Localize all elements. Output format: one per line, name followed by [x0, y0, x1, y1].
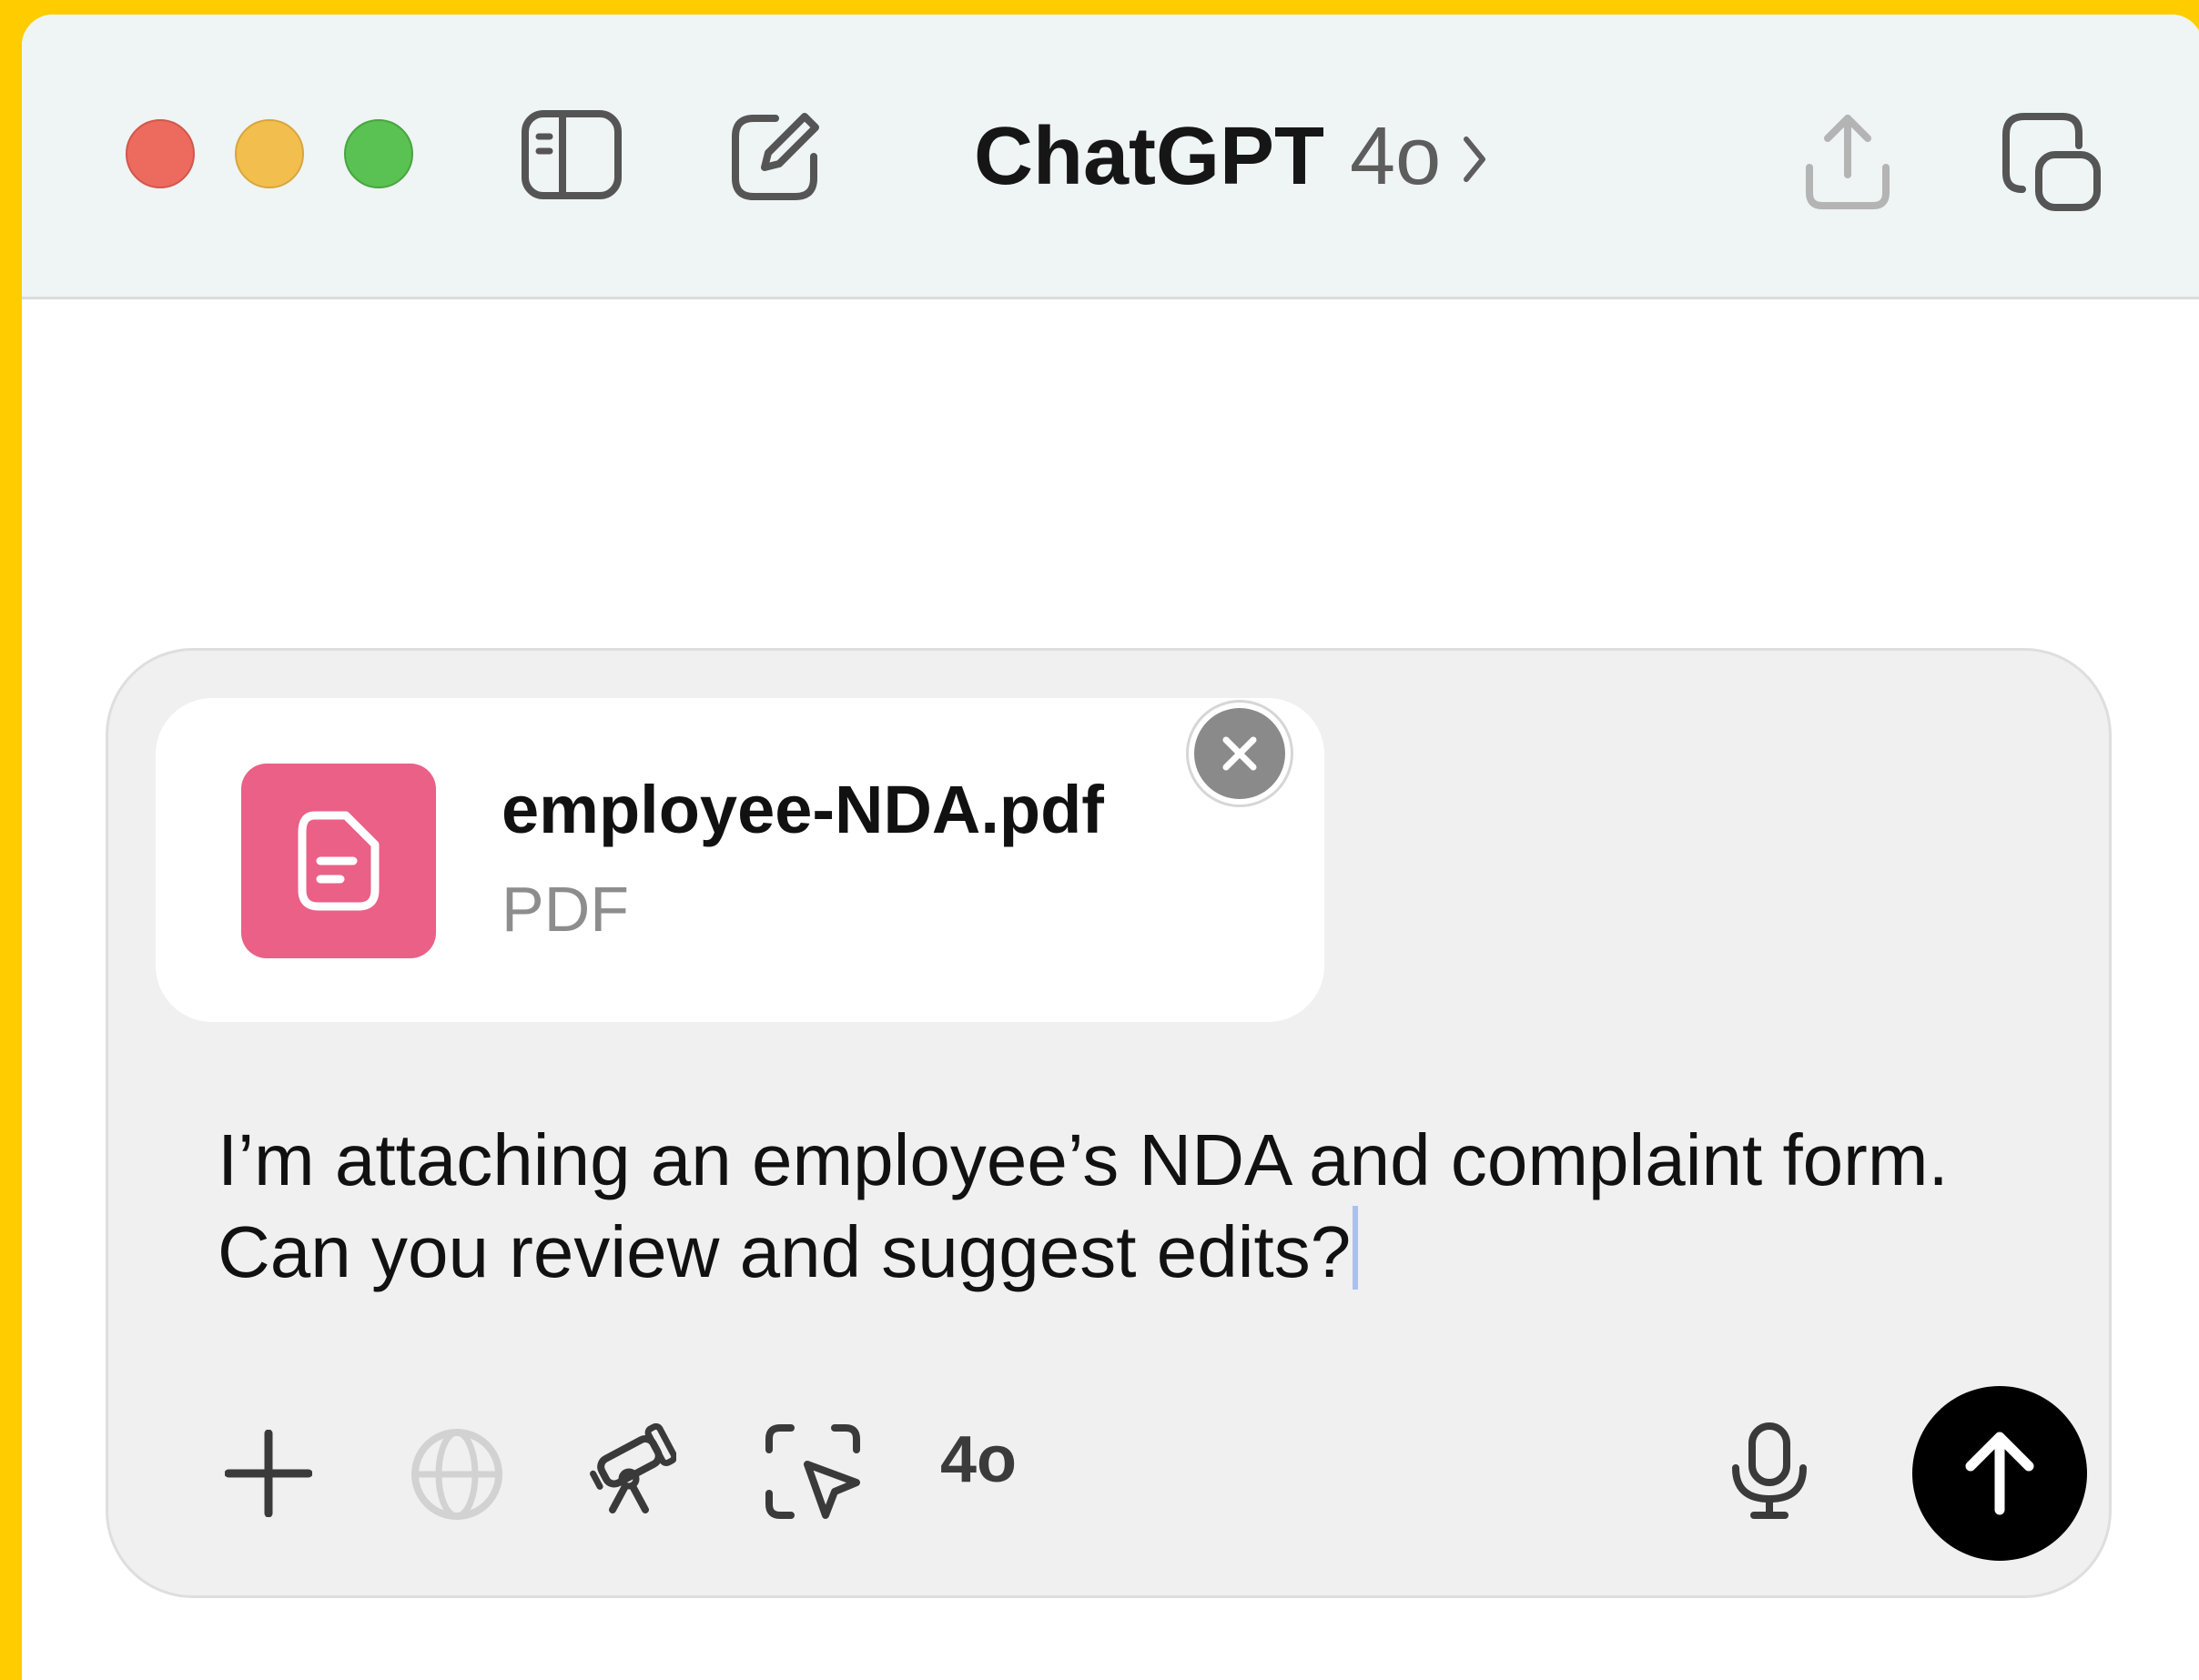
screen-select-icon[interactable] [764, 1422, 862, 1521]
plus-icon[interactable] [225, 1430, 312, 1517]
message-input[interactable]: I’m attaching an employee’s NDA and comp… [218, 1115, 2020, 1298]
share-icon[interactable] [1800, 109, 1895, 215]
microphone-icon[interactable] [1728, 1421, 1810, 1523]
chevron-right-icon [1464, 137, 1486, 182]
globe-icon[interactable] [409, 1426, 505, 1523]
app-title: ChatGPT [974, 110, 1325, 202]
attachment-file-type: PDF [502, 874, 629, 945]
attachment-file-name: employee-NDA.pdf [502, 772, 1104, 847]
pop-out-window-icon[interactable] [1999, 109, 2104, 215]
message-text: I’m attaching an employee’s NDA and comp… [218, 1119, 1949, 1292]
model-name: 4o [1350, 110, 1442, 202]
maximize-window-button[interactable] [344, 119, 413, 188]
remove-attachment-button[interactable] [1186, 700, 1293, 807]
send-button[interactable] [1912, 1386, 2087, 1561]
arrow-up-icon [1965, 1432, 2034, 1515]
minimize-window-button[interactable] [235, 119, 304, 188]
text-caret [1353, 1206, 1359, 1290]
document-icon [298, 811, 380, 911]
model-selector[interactable]: ChatGPT 4o [974, 111, 1488, 202]
new-chat-icon[interactable] [728, 109, 823, 204]
title-bar: ChatGPT 4o [22, 15, 2199, 299]
message-composer: employee-NDA.pdf PDF I’m attaching an em… [106, 648, 2112, 1598]
pdf-file-thumbnail [241, 764, 436, 958]
chatgpt-window: ChatGPT 4o employee-NDA.pdf PDF I’m atta… [22, 15, 2199, 1680]
telescope-icon[interactable] [589, 1422, 676, 1515]
close-icon [1222, 736, 1257, 771]
sidebar-toggle-icon[interactable] [521, 109, 623, 200]
close-window-button[interactable] [126, 119, 195, 188]
attachment-card[interactable]: employee-NDA.pdf PDF [156, 698, 1324, 1022]
model-picker-button[interactable]: 4o [940, 1422, 1017, 1497]
